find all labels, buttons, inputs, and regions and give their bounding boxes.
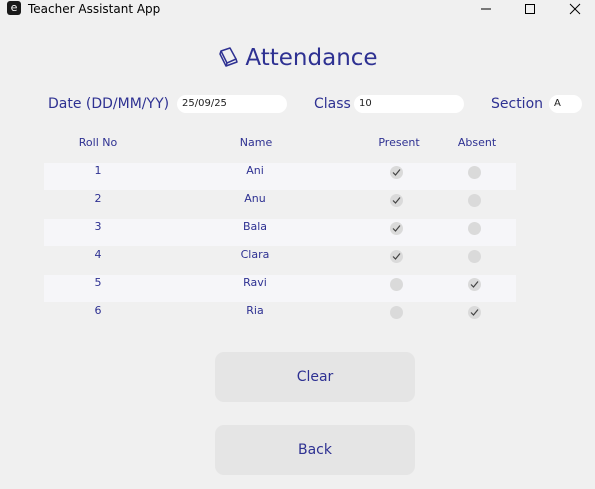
date-field[interactable] xyxy=(177,95,287,113)
section-label: Section xyxy=(491,96,544,112)
check-icon xyxy=(392,197,401,204)
absent-checkbox[interactable] xyxy=(468,222,481,235)
check-icon xyxy=(392,253,401,260)
present-checkbox[interactable] xyxy=(390,194,403,207)
maximize-button[interactable] xyxy=(507,0,553,18)
student-name-cell: Ravi xyxy=(243,276,267,289)
present-checkbox[interactable] xyxy=(390,306,403,319)
roll-no-cell: 2 xyxy=(94,192,102,205)
roll-no-cell: 4 xyxy=(94,248,102,261)
present-checkbox[interactable] xyxy=(390,222,403,235)
name-header: Name xyxy=(239,136,273,149)
roll-no-cell: 6 xyxy=(94,304,102,317)
present-checkbox[interactable] xyxy=(390,166,403,179)
roll-no-cell: 1 xyxy=(94,164,102,177)
student-name-cell: Ani xyxy=(246,164,264,177)
clear-button[interactable]: Clear xyxy=(215,352,415,402)
roll-no-cell: 3 xyxy=(94,220,102,233)
app-icon: e xyxy=(7,1,21,15)
student-name-cell: Ria xyxy=(246,304,264,317)
student-name-cell: Anu xyxy=(244,192,266,205)
minimize-button[interactable] xyxy=(463,0,509,18)
page-title-text: Attendance xyxy=(245,45,378,71)
table-row: 2 Anu xyxy=(44,191,516,218)
table-row: 3 Bala xyxy=(44,219,516,246)
check-icon xyxy=(470,309,479,316)
close-icon xyxy=(569,3,581,15)
absent-checkbox[interactable] xyxy=(468,166,481,179)
student-name-cell: Clara xyxy=(240,248,270,261)
window-title: Teacher Assistant App xyxy=(28,2,161,16)
title-bar: e Teacher Assistant App xyxy=(0,0,595,18)
check-icon xyxy=(392,225,401,232)
present-checkbox[interactable] xyxy=(390,278,403,291)
student-name-cell: Bala xyxy=(242,220,268,233)
table-row: 1 Ani xyxy=(44,163,516,190)
roll-no-cell: 5 xyxy=(94,276,102,289)
section-field[interactable] xyxy=(549,95,582,113)
check-icon xyxy=(470,281,479,288)
table-row: 5 Ravi xyxy=(44,275,516,302)
absent-checkbox[interactable] xyxy=(468,306,481,319)
present-checkbox[interactable] xyxy=(390,250,403,263)
class-field[interactable] xyxy=(354,95,464,113)
table-row: 6 Ria xyxy=(44,303,516,330)
absent-checkbox[interactable] xyxy=(468,278,481,291)
date-label: Date (DD/MM/YY) xyxy=(48,96,170,112)
check-icon xyxy=(392,169,401,176)
book-icon xyxy=(217,45,239,77)
page-title: Attendance xyxy=(0,42,595,77)
present-header: Present xyxy=(378,136,420,149)
roll-no-header: Roll No xyxy=(78,136,118,149)
minimize-icon xyxy=(481,8,491,10)
absent-checkbox[interactable] xyxy=(468,250,481,263)
maximize-icon xyxy=(525,4,535,14)
absent-checkbox[interactable] xyxy=(468,194,481,207)
table-row: 4 Clara xyxy=(44,247,516,274)
back-button[interactable]: Back xyxy=(215,425,415,475)
class-label: Class xyxy=(314,96,351,112)
close-button[interactable] xyxy=(552,0,595,18)
absent-header: Absent xyxy=(457,136,497,149)
